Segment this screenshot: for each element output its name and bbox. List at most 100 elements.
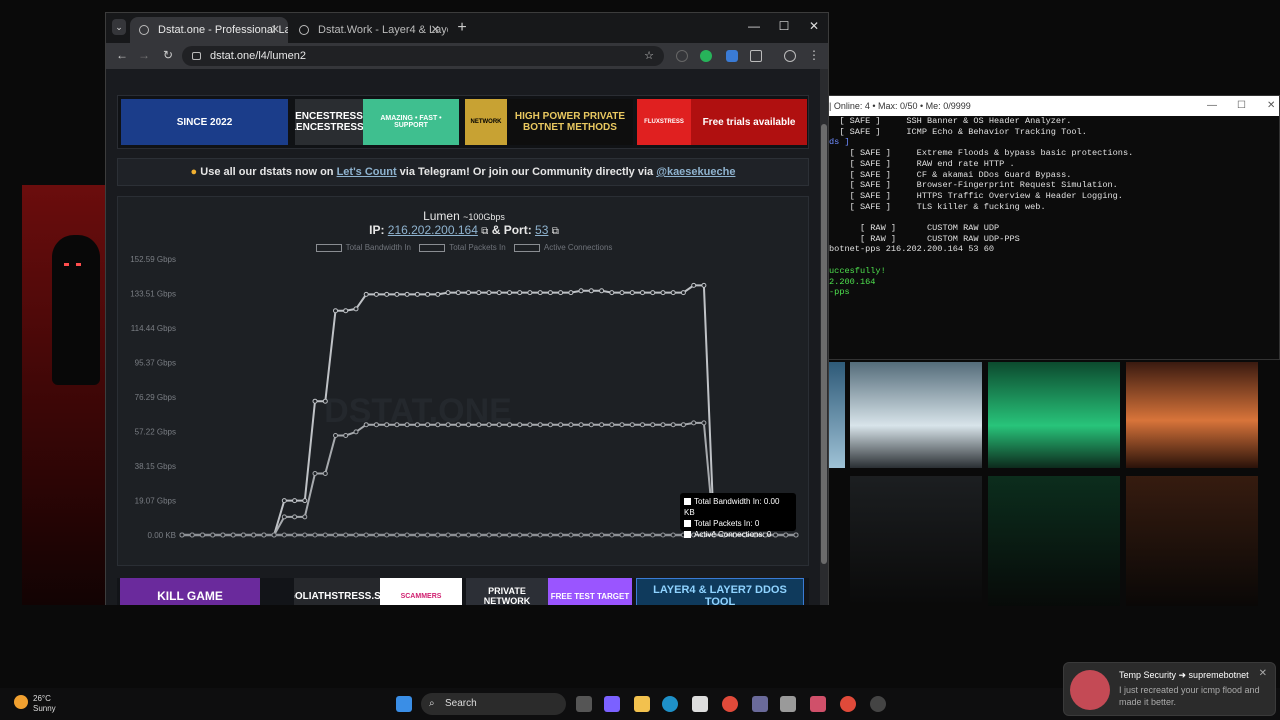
data-point[interactable] (650, 290, 656, 296)
data-point[interactable] (640, 290, 645, 296)
data-point[interactable] (466, 422, 471, 428)
maximize-icon[interactable]: ☐ (776, 19, 792, 33)
ad-banner[interactable]: KILL GAME (120, 578, 260, 605)
data-point[interactable] (507, 532, 512, 538)
data-point[interactable] (680, 422, 686, 428)
data-point[interactable] (640, 422, 645, 428)
menu-icon[interactable]: ⋮ (806, 48, 822, 62)
data-point[interactable] (619, 290, 625, 296)
data-point[interactable] (353, 306, 359, 312)
data-point[interactable] (261, 532, 267, 538)
data-point[interactable] (404, 291, 410, 297)
data-point[interactable] (486, 532, 492, 538)
app-icon[interactable] (752, 696, 768, 712)
forward-icon[interactable]: → (136, 48, 152, 62)
ad-banner[interactable]: SILENCESTRESS.ST SILENCESTRESSER (295, 99, 363, 145)
data-point[interactable] (568, 532, 574, 538)
data-point[interactable] (322, 532, 328, 538)
data-point[interactable] (486, 422, 492, 428)
ad-banner[interactable]: LAYER4 & LAYER7 DDOS TOOL (636, 578, 804, 605)
terminal-titlebar[interactable]: | Online: 4 • Max: 0/50 • Me: 0/9999 — ☐… (827, 96, 1279, 116)
data-point[interactable] (691, 282, 697, 288)
data-point[interactable] (680, 290, 686, 296)
data-point[interactable] (312, 471, 318, 476)
data-point[interactable] (578, 422, 584, 428)
minimize-icon[interactable]: — (1207, 96, 1217, 116)
data-point[interactable] (527, 290, 533, 296)
data-point[interactable] (496, 532, 502, 538)
data-point[interactable] (322, 398, 328, 404)
chrome-icon[interactable] (840, 696, 856, 712)
port-value[interactable]: 53 (535, 223, 548, 237)
data-point[interactable] (599, 288, 605, 294)
extension-icon[interactable] (676, 50, 688, 62)
taskbar-search[interactable]: ⌕ Search (421, 693, 566, 715)
data-point[interactable] (537, 422, 543, 428)
copy-icon[interactable]: ⧉ (552, 226, 559, 237)
data-point[interactable] (455, 422, 461, 428)
data-point[interactable] (588, 422, 594, 428)
data-point[interactable] (691, 420, 697, 426)
ad-banner[interactable]: SCAMMERS (380, 578, 462, 605)
data-point[interactable] (701, 420, 707, 426)
data-point[interactable] (384, 532, 390, 538)
back-icon[interactable]: ← (114, 48, 130, 62)
data-point[interactable] (670, 422, 676, 428)
file-explorer-icon[interactable] (634, 696, 650, 712)
data-point[interactable] (414, 291, 420, 297)
data-point[interactable] (384, 422, 390, 428)
data-point[interactable] (281, 514, 287, 520)
terminal-app-icon[interactable] (780, 696, 796, 712)
data-point[interactable] (435, 532, 441, 538)
scrollbar-thumb[interactable] (821, 124, 827, 564)
extension-icon[interactable] (726, 50, 738, 62)
data-point[interactable] (558, 422, 564, 428)
data-point[interactable] (496, 422, 502, 428)
data-point[interactable] (568, 290, 574, 296)
close-tab-icon[interactable]: ✕ (271, 17, 280, 43)
data-point[interactable] (629, 422, 635, 428)
ad-banner[interactable]: PRIVATE NETWORK (466, 578, 548, 605)
data-point[interactable] (599, 422, 605, 428)
data-point[interactable] (292, 514, 298, 520)
extension-icon[interactable] (700, 50, 712, 62)
data-point[interactable] (578, 288, 584, 294)
extensions-puzzle-icon[interactable] (750, 50, 762, 62)
data-point[interactable] (343, 308, 349, 314)
ip-value[interactable]: 216.202.200.164 (388, 223, 478, 237)
address-bar[interactable]: dstat.one/l4/lumen2 ☆ (182, 46, 664, 66)
edge-icon[interactable] (662, 696, 678, 712)
data-point[interactable] (486, 290, 492, 296)
close-icon[interactable]: ✕ (806, 19, 822, 33)
new-tab-button[interactable]: + (452, 17, 472, 39)
data-point[interactable] (363, 291, 369, 297)
ad-banner[interactable]: GOLIATHSTRESS.ST (294, 578, 380, 605)
data-point[interactable] (333, 532, 338, 538)
data-point[interactable] (517, 290, 523, 296)
tab-dstat-work[interactable]: Dstat.Work - Layer4 & Layer7 D ✕ (290, 17, 448, 43)
data-point[interactable] (455, 290, 461, 296)
data-point[interactable] (425, 422, 431, 428)
data-point[interactable] (302, 514, 308, 520)
data-point[interactable] (435, 291, 441, 297)
data-point[interactable] (537, 532, 543, 538)
data-point[interactable] (629, 290, 635, 296)
data-point[interactable] (527, 532, 533, 538)
data-point[interactable] (793, 532, 799, 538)
data-point[interactable] (384, 291, 390, 297)
data-point[interactable] (445, 290, 451, 296)
reload-icon[interactable]: ↻ (160, 48, 176, 62)
data-point[interactable] (251, 532, 257, 538)
data-point[interactable] (425, 532, 431, 538)
data-point[interactable] (650, 422, 656, 428)
copilot-icon[interactable] (604, 696, 620, 712)
app-icon[interactable] (810, 696, 826, 712)
bookmark-star-icon[interactable]: ☆ (644, 46, 654, 66)
data-point[interactable] (496, 290, 502, 296)
data-point[interactable] (373, 422, 379, 428)
data-point[interactable] (281, 532, 287, 538)
data-point[interactable] (455, 532, 461, 538)
data-point[interactable] (466, 532, 471, 538)
legend-item[interactable]: Total Packets In (419, 243, 506, 252)
legend-item[interactable]: Total Bandwidth In (315, 243, 411, 252)
